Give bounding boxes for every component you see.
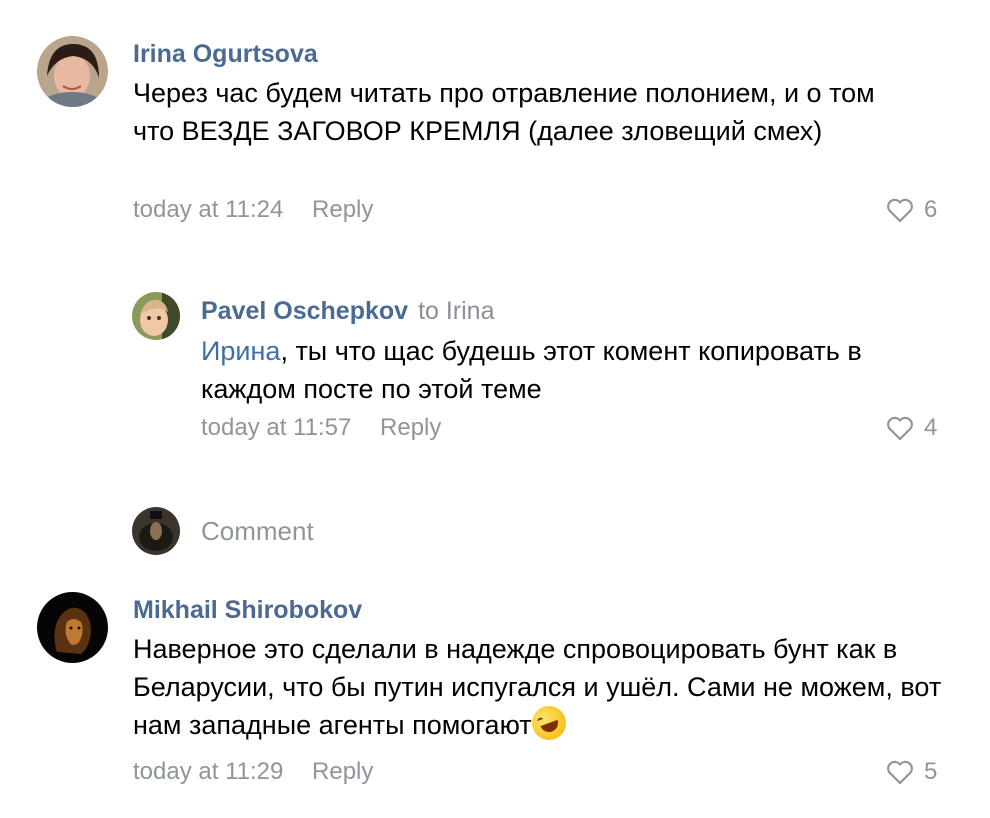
current-user-avatar [132,507,180,555]
comment-irina: Irina Ogurtsova Через час будем читать п… [0,0,990,240]
like-button[interactable]: 5 [886,758,937,786]
comment-pavel: Pavel Oschepkov to Irina Ирина, ты что ща… [0,260,990,460]
comment-text: Через час будем читать про отравление по… [133,78,875,146]
heart-outline-icon [886,198,914,223]
timestamp: today at 11:57 [201,414,352,441]
avatar-mikhail[interactable] [37,592,108,663]
mention-link[interactable]: Ирина [201,336,280,366]
heart-outline-icon [886,760,914,785]
comment-meta: today at 11:24 Reply [133,196,373,224]
heart-outline-icon [886,416,914,441]
author-name[interactable]: Mikhail Shirobokov [133,596,362,625]
reply-to-label[interactable]: to Irina [418,297,494,325]
timestamp: today at 11:24 [133,196,284,223]
reply-button[interactable]: Reply [380,414,441,441]
comment-meta: today at 11:57 Reply [201,414,441,442]
author-name[interactable]: Irina Ogurtsova [133,40,318,69]
reply-button[interactable]: Reply [312,758,373,785]
comment-text: Ирина, ты что щас будешь этот комент коп… [201,336,862,404]
timestamp: today at 11:29 [133,758,284,785]
like-count: 5 [924,758,938,785]
rolling-on-floor-laughing-emoji [526,701,571,745]
like-count: 6 [924,196,938,223]
like-count: 4 [924,414,938,441]
reply-button[interactable]: Reply [312,196,373,223]
like-button[interactable]: 4 [886,414,937,442]
avatar-irina[interactable] [37,36,108,107]
comment-mikhail: Mikhail Shirobokov Наверное это сделали … [0,560,990,818]
comment-text: Наверное это сделали в надежде спровоцир… [133,631,953,745]
author-name[interactable]: Pavel Oschepkov to Irina [201,297,495,326]
avatar-pavel[interactable] [132,292,180,340]
comment-meta: today at 11:29 Reply [133,758,373,786]
like-button[interactable]: 6 [886,196,937,224]
comment-button[interactable]: Comment [201,516,314,547]
